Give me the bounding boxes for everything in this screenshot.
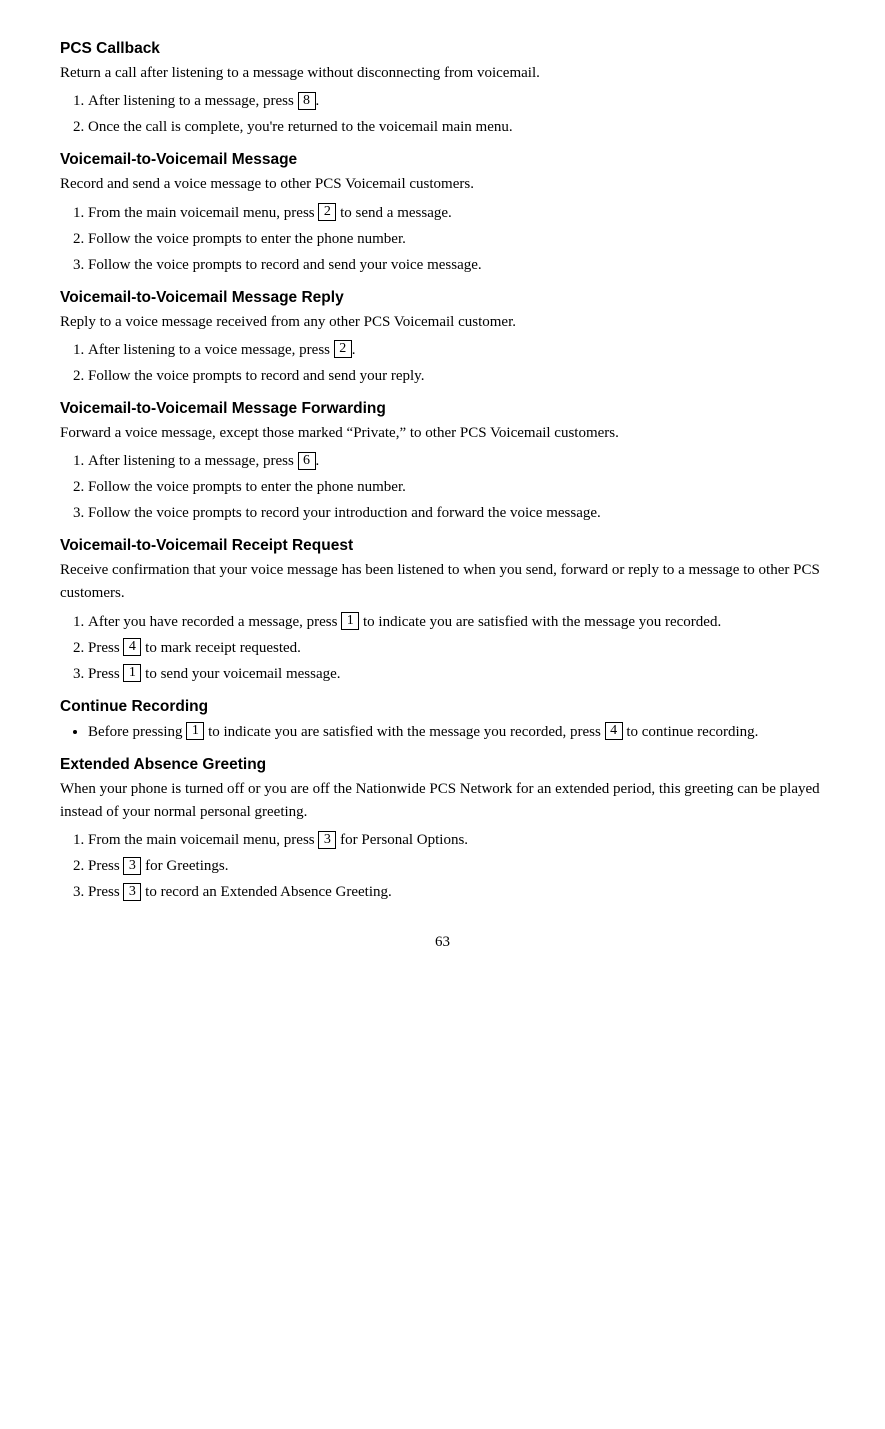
key-1c: 1	[186, 722, 204, 740]
key-2: 2	[318, 203, 336, 221]
section-intro-vtv-message: Record and send a voice message to other…	[60, 173, 825, 196]
step-item: From the main voicemail menu, press 3 fo…	[88, 828, 825, 852]
step-item: Follow the voice prompts to record and s…	[88, 364, 825, 388]
section-intro-vtv-receipt: Receive confirmation that your voice mes…	[60, 559, 825, 606]
key-1: 1	[341, 612, 359, 630]
section-title-vtv-message: Voicemail-to-Voicemail Message	[60, 151, 825, 169]
key-6: 6	[298, 452, 316, 470]
section-intro-pcs-callback: Return a call after listening to a messa…	[60, 62, 825, 85]
step-item: Follow the voice prompts to record and s…	[88, 253, 825, 277]
step-item: After you have recorded a message, press…	[88, 610, 825, 634]
steps-extended-absence: From the main voicemail menu, press 3 fo…	[88, 828, 825, 904]
key-3c: 3	[123, 883, 141, 901]
section-title-extended-absence: Extended Absence Greeting	[60, 756, 825, 774]
step-item: After listening to a message, press 8.	[88, 89, 825, 113]
bullets-continue-recording: Before pressing 1 to indicate you are sa…	[88, 720, 825, 744]
steps-pcs-callback: After listening to a message, press 8. O…	[88, 89, 825, 139]
step-item: Press 3 for Greetings.	[88, 854, 825, 878]
section-intro-vtv-forwarding: Forward a voice message, except those ma…	[60, 422, 825, 445]
section-title-pcs-callback: PCS Callback	[60, 40, 825, 58]
steps-vtv-forwarding: After listening to a message, press 6. F…	[88, 449, 825, 525]
step-item: After listening to a voice message, pres…	[88, 338, 825, 362]
step-item: Follow the voice prompts to record your …	[88, 501, 825, 525]
step-item: Once the call is complete, you're return…	[88, 115, 825, 139]
key-3: 3	[318, 831, 336, 849]
steps-vtv-message: From the main voicemail menu, press 2 to…	[88, 201, 825, 277]
step-item: Press 4 to mark receipt requested.	[88, 636, 825, 660]
section-intro-vtv-reply: Reply to a voice message received from a…	[60, 311, 825, 334]
step-item: Press 1 to send your voicemail message.	[88, 662, 825, 686]
bullet-item: Before pressing 1 to indicate you are sa…	[88, 720, 825, 744]
key-8: 8	[298, 92, 316, 110]
step-item: Follow the voice prompts to enter the ph…	[88, 475, 825, 499]
key-4: 4	[123, 638, 141, 656]
section-title-continue-recording: Continue Recording	[60, 698, 825, 716]
steps-vtv-reply: After listening to a voice message, pres…	[88, 338, 825, 388]
key-2b: 2	[334, 340, 352, 358]
step-item: Follow the voice prompts to enter the ph…	[88, 227, 825, 251]
section-intro-extended-absence: When your phone is turned off or you are…	[60, 778, 825, 825]
step-item: After listening to a message, press 6.	[88, 449, 825, 473]
section-title-vtv-reply: Voicemail-to-Voicemail Message Reply	[60, 289, 825, 307]
steps-vtv-receipt: After you have recorded a message, press…	[88, 610, 825, 686]
key-1b: 1	[123, 664, 141, 682]
page-content: PCS Callback Return a call after listeni…	[60, 40, 825, 951]
section-title-vtv-receipt: Voicemail-to-Voicemail Receipt Request	[60, 537, 825, 555]
section-title-vtv-forwarding: Voicemail-to-Voicemail Message Forwardin…	[60, 400, 825, 418]
page-number: 63	[60, 934, 825, 951]
step-item: From the main voicemail menu, press 2 to…	[88, 201, 825, 225]
key-4b: 4	[605, 722, 623, 740]
key-3b: 3	[123, 857, 141, 875]
step-item: Press 3 to record an Extended Absence Gr…	[88, 880, 825, 904]
